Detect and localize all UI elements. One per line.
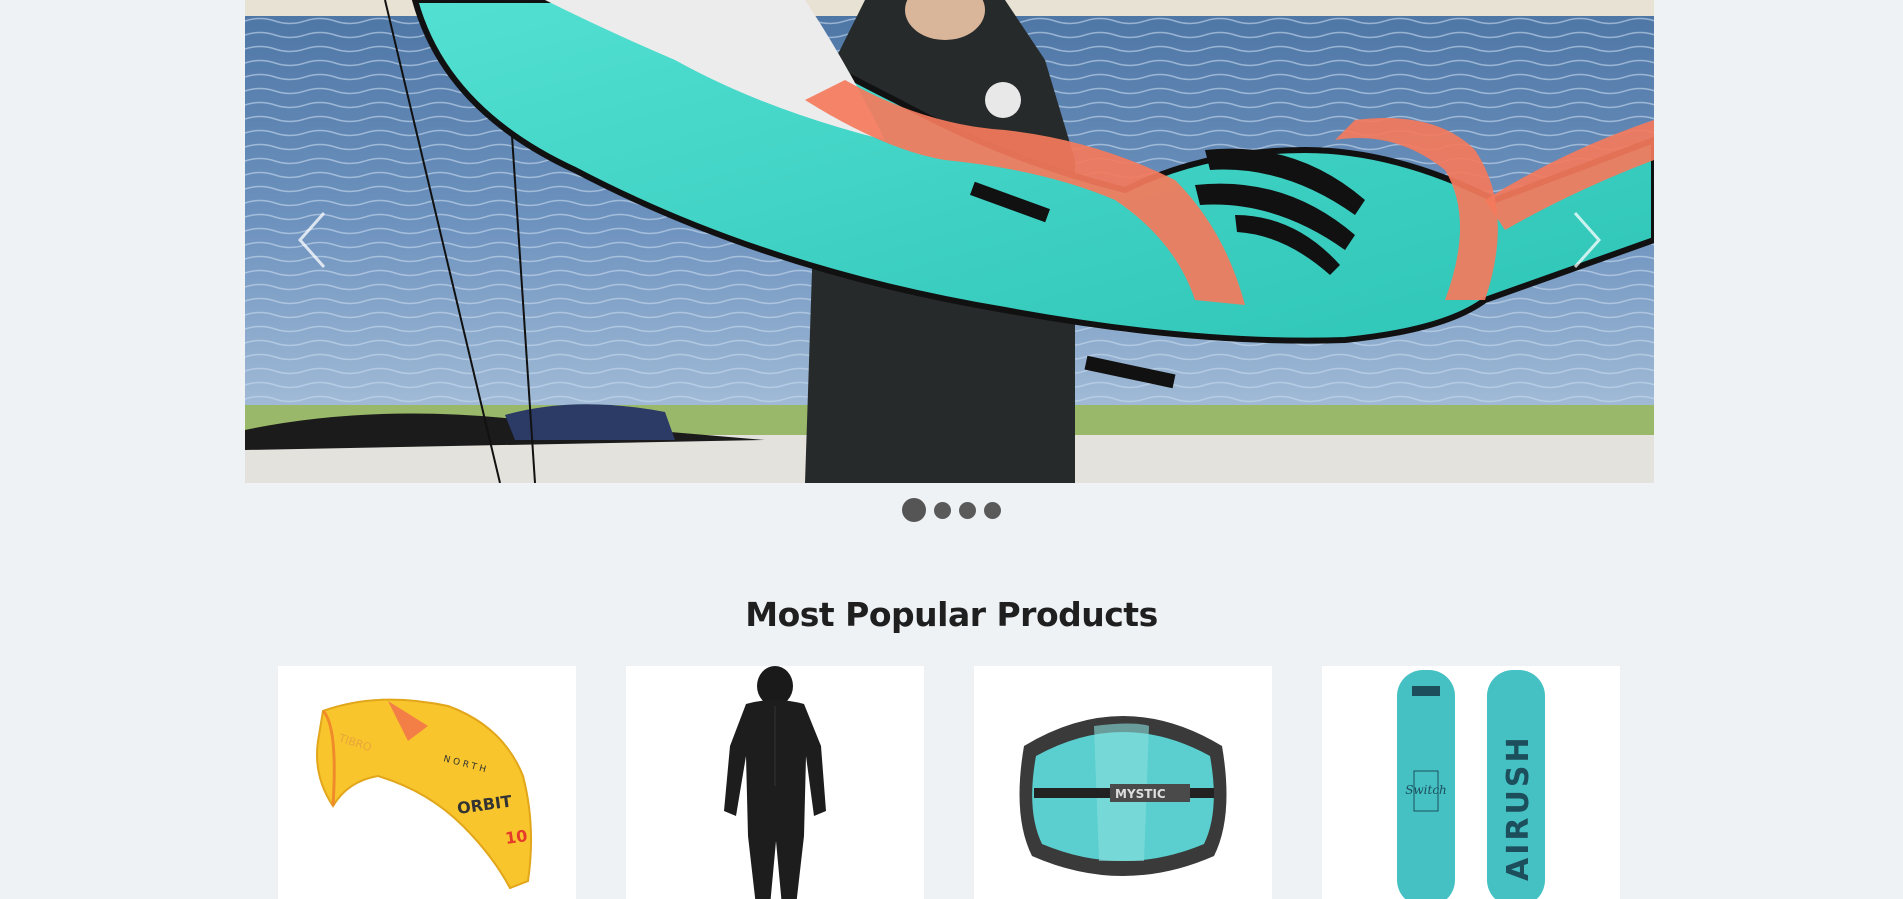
product-card-board[interactable]: Switch AIRUSH [1322,666,1620,899]
product-image-board: Switch AIRUSH [1397,670,1545,899]
carousel-prev-button[interactable] [290,205,334,275]
board-model-text: Switch [1405,783,1447,797]
carousel-dot-3[interactable] [959,501,976,519]
hero-carousel[interactable] [245,0,1654,483]
section-title: Most Popular Products [745,595,1158,634]
product-image-kite: TIBRO NORTH ORBIT 10 [316,698,533,890]
carousel-next-button[interactable] [1565,205,1609,275]
carousel-dot-1[interactable] [902,498,926,522]
product-image-harness: MYSTIC [1019,716,1227,876]
hero-image [245,0,1654,483]
product-card-harness[interactable]: MYSTIC [974,666,1272,899]
product-image-wetsuit [724,666,826,899]
chevron-left-icon [297,212,326,268]
product-grid: TIBRO NORTH ORBIT 10 MYSTIC Switch AIRUS… [278,666,1620,899]
carousel-dot-2[interactable] [934,501,951,519]
kite-size-text: 10 [504,826,529,848]
carousel-indicators [0,498,1903,522]
board-brand-text: AIRUSH [1501,734,1536,881]
harness-brand-text: MYSTIC [1115,787,1166,801]
product-card-wetsuit[interactable] [626,666,924,899]
chevron-right-icon [1573,212,1602,268]
product-card-kite[interactable]: TIBRO NORTH ORBIT 10 [278,666,576,899]
page: Most Popular Products TIBRO NORTH ORBIT … [0,0,1903,899]
carousel-dot-4[interactable] [984,501,1001,519]
